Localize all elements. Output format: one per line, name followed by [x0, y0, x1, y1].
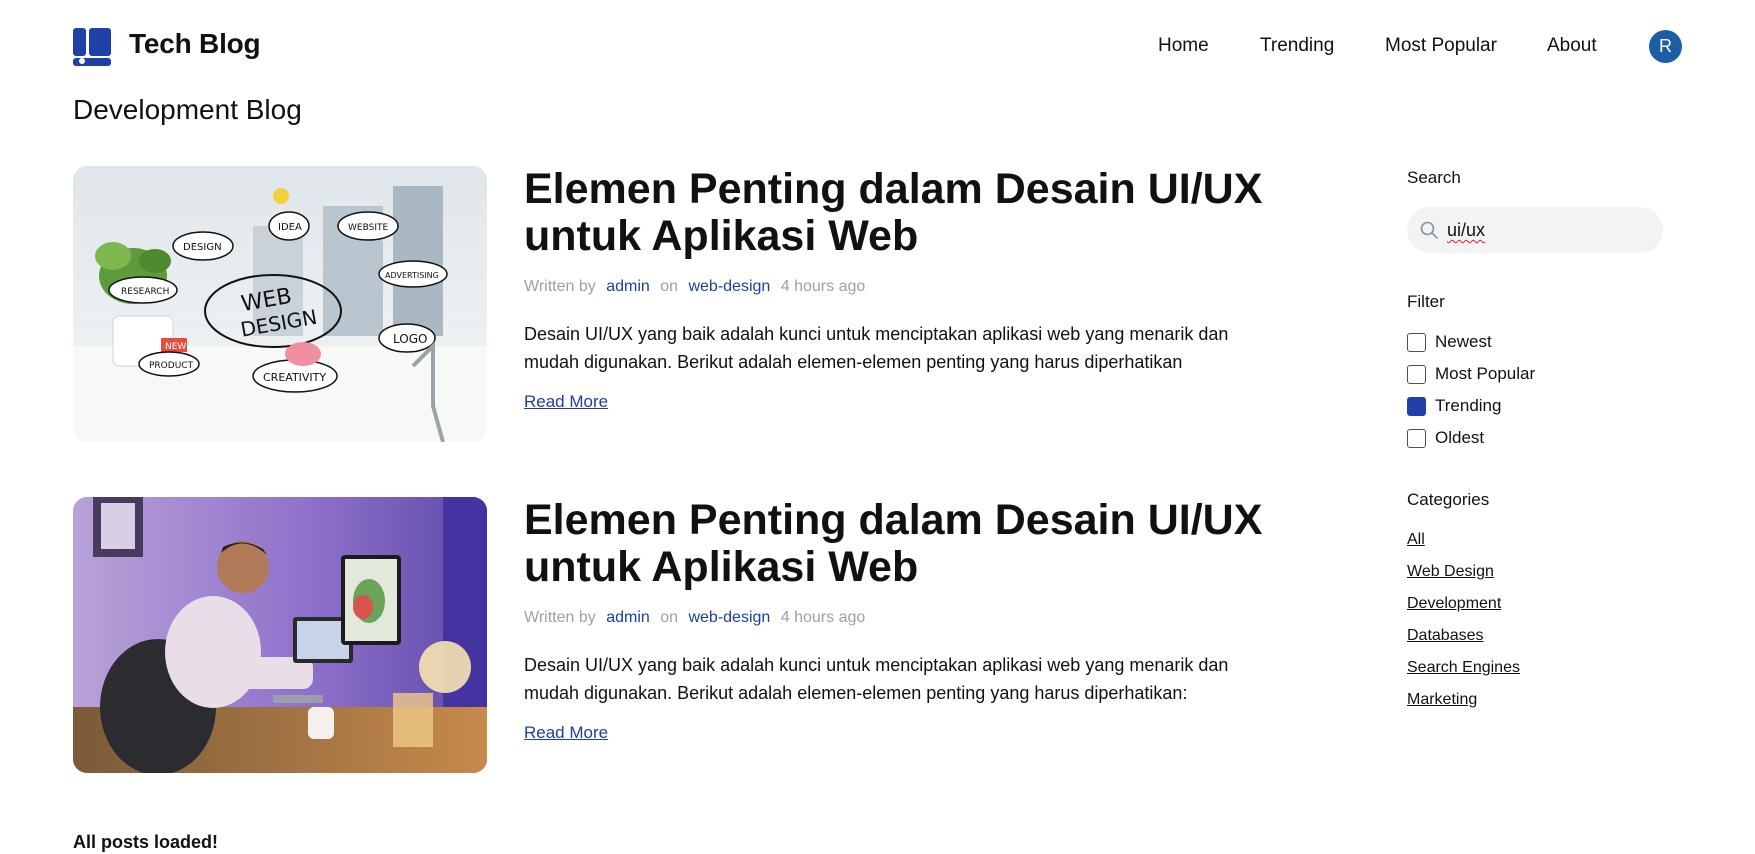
svg-text:DESIGN: DESIGN [183, 242, 222, 253]
svg-text:RESEARCH: RESEARCH [121, 287, 169, 297]
category-development[interactable]: Development [1407, 595, 1501, 613]
site-header: Tech Blog Home Trending Most Popular Abo… [0, 0, 1755, 92]
author-link[interactable]: admin [606, 278, 650, 295]
read-more-link[interactable]: Read More [524, 392, 608, 412]
checkbox-checked[interactable] [1407, 397, 1426, 416]
search-query[interactable]: ui/ux [1447, 220, 1485, 241]
category-link[interactable]: web-design [688, 278, 770, 295]
search-icon [1420, 221, 1438, 239]
nav-trending[interactable]: Trending [1260, 35, 1334, 57]
filter-heading: Filter [1407, 292, 1445, 311]
filter-label: Most Popular [1435, 364, 1536, 383]
brand-name[interactable]: Tech Blog [129, 28, 261, 60]
post-title[interactable]: Elemen Penting dalam Desain UI/UX untuk … [524, 166, 1284, 260]
on-label: on [660, 278, 679, 295]
category-databases[interactable]: Databases [1407, 627, 1484, 645]
categories-heading: Categories [1407, 490, 1490, 509]
search-input[interactable]: ui/ux [1407, 207, 1663, 253]
filter-label: Trending [1435, 396, 1502, 415]
avatar[interactable]: R [1649, 30, 1682, 63]
post-thumbnail[interactable]: WEB DESIGN DESIGN IDEA WEBSITE ADVERTISI… [73, 166, 487, 442]
category-web-design[interactable]: Web Design [1407, 563, 1494, 581]
page-title: Development Blog [73, 94, 302, 125]
post-meta: Written by admin on web-design 4 hours a… [524, 278, 871, 296]
category-all[interactable]: All [1407, 531, 1425, 549]
checkbox[interactable] [1407, 429, 1426, 448]
author-link[interactable]: admin [606, 609, 650, 626]
search-heading: Search [1407, 168, 1461, 187]
svg-text:IDEA: IDEA [278, 222, 302, 233]
written-by-label: Written by [524, 278, 596, 295]
status-message: All posts loaded! [73, 832, 219, 852]
logo-icon[interactable] [73, 28, 111, 66]
written-by-label: Written by [524, 609, 596, 626]
nav-most-popular[interactable]: Most Popular [1385, 35, 1497, 57]
post-excerpt: Desain UI/UX yang baik adalah kunci untu… [524, 324, 1229, 372]
category-search-engines[interactable]: Search Engines [1407, 659, 1520, 677]
on-label: on [660, 609, 679, 626]
checkbox[interactable] [1407, 365, 1426, 384]
developer-photo [73, 497, 487, 773]
post-title[interactable]: Elemen Penting dalam Desain UI/UX untuk … [524, 497, 1284, 591]
svg-text:CREATIVITY: CREATIVITY [263, 371, 326, 384]
nav-home[interactable]: Home [1158, 35, 1209, 57]
category-link[interactable]: web-design [688, 609, 770, 626]
filter-label: Oldest [1435, 428, 1485, 447]
filter-label: Newest [1435, 332, 1492, 351]
post-time: 4 hours ago [780, 609, 866, 626]
read-more-link[interactable]: Read More [524, 723, 608, 743]
nav-about[interactable]: About [1547, 35, 1597, 57]
svg-text:NEW: NEW [165, 342, 186, 352]
post-card: WEB DESIGN DESIGN IDEA WEBSITE ADVERTISI… [73, 166, 1303, 442]
post-excerpt: Desain UI/UX yang baik adalah kunci untu… [524, 655, 1229, 703]
web-design-illustration: WEB DESIGN DESIGN IDEA WEBSITE ADVERTISI… [73, 166, 487, 442]
svg-text:ADVERTISING: ADVERTISING [385, 271, 439, 280]
post-time: 4 hours ago [780, 278, 866, 295]
svg-text:LOGO: LOGO [393, 332, 427, 346]
svg-text:PRODUCT: PRODUCT [149, 361, 194, 371]
post-card: Elemen Penting dalam Desain UI/UX untuk … [73, 497, 1303, 773]
checkbox[interactable] [1407, 333, 1426, 352]
post-meta: Written by admin on web-design 4 hours a… [524, 609, 871, 627]
category-marketing[interactable]: Marketing [1407, 691, 1477, 709]
post-thumbnail[interactable] [73, 497, 487, 773]
svg-text:WEBSITE: WEBSITE [348, 223, 388, 233]
